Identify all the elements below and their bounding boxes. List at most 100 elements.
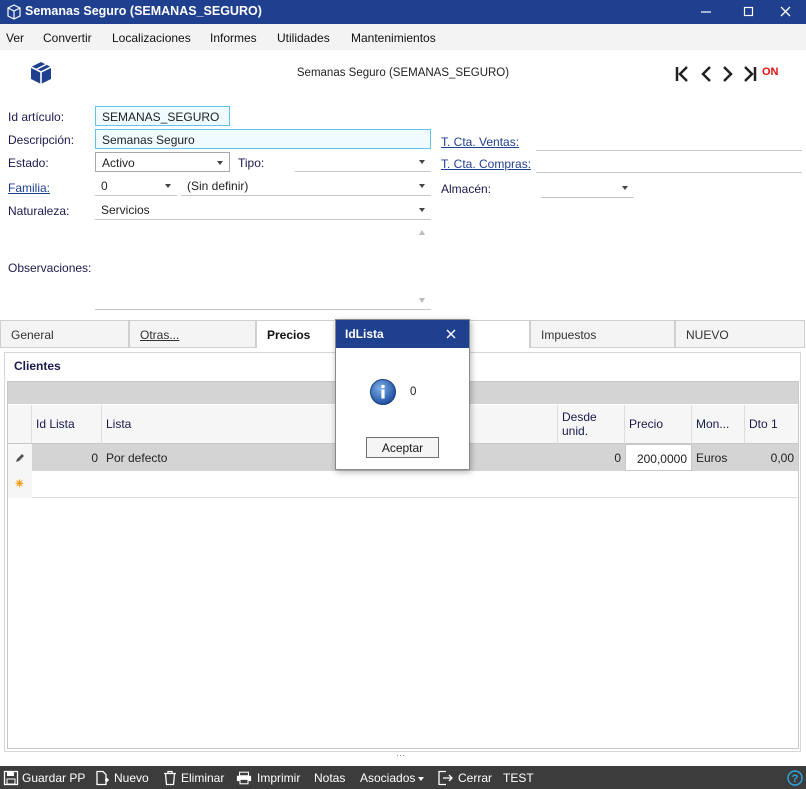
title-bar: Semanas Seguro (SEMANAS_SEGURO) xyxy=(0,0,806,24)
printer-icon xyxy=(236,771,252,785)
descripcion-label: Descripción: xyxy=(8,133,75,147)
eliminar-button[interactable]: Eliminar xyxy=(181,771,224,785)
col-lista[interactable]: Lista xyxy=(102,405,558,444)
window-title: Semanas Seguro (SEMANAS_SEGURO) xyxy=(25,4,262,18)
menu-convertir[interactable]: Convertir xyxy=(43,31,92,45)
aceptar-button[interactable]: Aceptar xyxy=(366,437,439,458)
chevron-down-icon xyxy=(217,161,223,165)
id-articulo-field[interactable]: SEMANAS_SEGURO xyxy=(95,106,230,126)
almacen-select[interactable] xyxy=(541,178,634,198)
pencil-icon xyxy=(16,454,24,462)
maximize-button[interactable] xyxy=(729,0,769,24)
observaciones-label: Observaciones: xyxy=(8,261,92,275)
svg-text:?: ? xyxy=(792,773,799,785)
tab-general[interactable]: General xyxy=(0,320,129,348)
asterisk-icon: ✷ xyxy=(14,476,25,491)
scroll-up-icon[interactable] xyxy=(419,230,425,235)
dialog-close-icon[interactable] xyxy=(445,328,457,340)
familia-desc-value: (Sin definir) xyxy=(187,179,249,193)
tab-otras[interactable]: Otras... xyxy=(129,320,256,348)
help-icon[interactable]: ? xyxy=(787,770,803,786)
new-row-selector[interactable]: ✷ xyxy=(8,471,32,498)
maximize-icon xyxy=(743,6,754,17)
prev-record-icon[interactable] xyxy=(697,64,715,84)
close-icon xyxy=(780,6,791,17)
idlista-dialog: IdLista 0 Aceptar xyxy=(335,319,470,470)
resize-grip-icon[interactable]: ⋯ xyxy=(396,750,406,761)
cell-precio[interactable]: 200,0000 xyxy=(625,444,692,471)
chevron-down-icon xyxy=(419,208,425,212)
col-dto1[interactable]: Dto 1 xyxy=(745,405,798,444)
cta-compras-field[interactable] xyxy=(536,153,802,173)
subtab-clientes[interactable]: Clientes xyxy=(8,355,67,377)
bottom-toolbar: Guardar PP Nuevo Eliminar Imprimir Notas… xyxy=(0,766,806,789)
id-articulo-label: Id artículo: xyxy=(8,110,65,124)
cell-lista[interactable]: Por defecto xyxy=(102,444,558,471)
col-moneda[interactable]: Mon... xyxy=(692,405,745,444)
chevron-down-icon xyxy=(622,186,628,190)
menu-localizaciones[interactable]: Localizaciones xyxy=(112,31,191,45)
familia-value: 0 xyxy=(101,179,108,193)
close-button[interactable] xyxy=(766,0,806,24)
cell-id-lista[interactable]: 0 xyxy=(32,444,102,471)
familia-desc-select[interactable]: (Sin definir) xyxy=(181,176,431,196)
chevron-down-icon xyxy=(419,160,425,164)
chevron-down-icon xyxy=(419,184,425,188)
cta-ventas-field[interactable] xyxy=(536,131,802,151)
naturaleza-label: Naturaleza: xyxy=(8,204,70,218)
estado-select[interactable]: Activo xyxy=(95,152,230,172)
cta-compras-label[interactable]: T. Cta. Compras: xyxy=(441,157,531,171)
new-row[interactable]: ✷ xyxy=(8,471,798,498)
menu-ver[interactable]: Ver xyxy=(6,31,24,45)
row-selector[interactable] xyxy=(8,444,32,471)
scroll-down-icon[interactable] xyxy=(419,298,425,303)
cell-dto1[interactable]: 0,00 xyxy=(745,444,798,471)
save-icon xyxy=(3,770,19,786)
familia-select[interactable]: 0 xyxy=(95,176,177,196)
menu-bar: Ver Convertir Localizaciones Informes Ut… xyxy=(0,24,806,50)
asociados-button[interactable]: Asociados xyxy=(360,771,415,785)
naturaleza-select[interactable]: Servicios xyxy=(95,200,431,220)
estado-label: Estado: xyxy=(8,156,49,170)
observaciones-textarea[interactable] xyxy=(95,222,431,310)
app-cube-icon xyxy=(7,4,21,20)
new-document-icon xyxy=(96,770,109,786)
first-record-icon[interactable] xyxy=(673,64,691,84)
exit-icon xyxy=(438,770,453,786)
naturaleza-value: Servicios xyxy=(101,203,150,217)
col-id-lista[interactable]: Id Lista xyxy=(32,405,102,444)
col-desde-unid[interactable]: Desde unid. xyxy=(558,405,625,444)
imprimir-button[interactable]: Imprimir xyxy=(257,771,300,785)
cell-moneda[interactable]: Euros xyxy=(692,444,745,471)
cta-ventas-label[interactable]: T. Cta. Ventas: xyxy=(441,135,519,149)
info-icon xyxy=(370,379,396,405)
chevron-down-icon xyxy=(165,184,171,188)
nuevo-button[interactable]: Nuevo xyxy=(114,771,149,785)
familia-label[interactable]: Familia: xyxy=(8,181,50,195)
tab-nuevo[interactable]: NUEVO xyxy=(675,320,805,348)
guardar-pp-button[interactable]: Guardar PP xyxy=(22,771,85,785)
tab-impuestos[interactable]: Impuestos xyxy=(530,320,675,348)
row-selector-header xyxy=(8,405,32,444)
cell-desde[interactable]: 0 xyxy=(558,444,625,471)
descripcion-field[interactable]: Semanas Seguro xyxy=(95,129,431,149)
last-record-icon[interactable] xyxy=(741,64,759,84)
next-record-icon[interactable] xyxy=(719,64,737,84)
tipo-label: Tipo: xyxy=(238,156,265,170)
cerrar-button[interactable]: Cerrar xyxy=(458,771,492,785)
menu-utilidades[interactable]: Utilidades xyxy=(277,31,330,45)
tipo-select[interactable] xyxy=(295,152,431,172)
menu-informes[interactable]: Informes xyxy=(210,31,257,45)
menu-mantenimientos[interactable]: Mantenimientos xyxy=(351,31,436,45)
dialog-message: 0 xyxy=(410,386,417,398)
col-precio[interactable]: Precio xyxy=(625,405,692,444)
minimize-button[interactable] xyxy=(686,0,726,24)
trash-icon xyxy=(164,770,176,786)
on-status-badge[interactable]: ON xyxy=(762,66,779,78)
chevron-down-icon xyxy=(418,777,424,781)
estado-value: Activo xyxy=(102,156,135,170)
minimize-icon xyxy=(701,11,711,13)
almacen-label: Almacén: xyxy=(441,182,492,196)
notas-button[interactable]: Notas xyxy=(314,771,345,785)
test-button[interactable]: TEST xyxy=(503,771,534,785)
